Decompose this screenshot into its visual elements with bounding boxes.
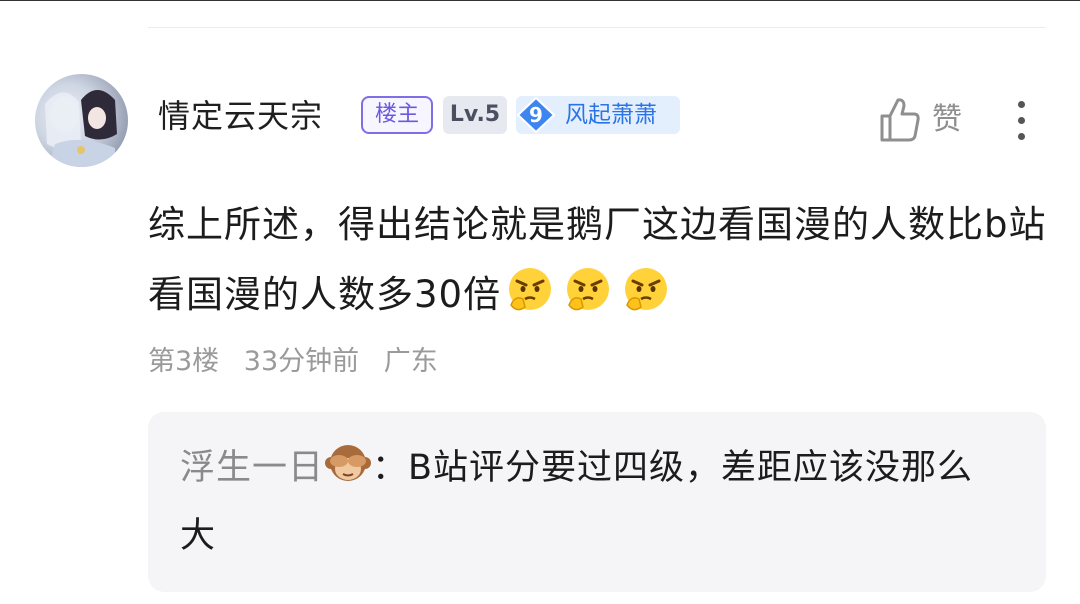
comment-location: 广东	[383, 346, 438, 377]
like-button[interactable]: 赞	[878, 96, 978, 144]
floor-number: 第3楼	[148, 346, 220, 377]
angry-thinking-emoji	[625, 268, 668, 311]
comment-content: 综上所述，得出结论就是鹅厂这边看国漫的人数比b站看国漫的人数多30倍	[148, 190, 1048, 330]
thumbs-up-icon	[880, 98, 920, 142]
like-label: 赞	[932, 102, 962, 137]
angry-thinking-emoji	[567, 268, 610, 311]
see-no-evil-monkey-emoji	[325, 445, 372, 481]
angry-thinking-emoji	[509, 268, 552, 311]
reply-content: 浮生一日 ：B站评分要过四级，差距应该没那么大	[180, 434, 1000, 570]
username[interactable]: 情定云天宗	[158, 96, 323, 136]
more-dot-icon	[1018, 101, 1025, 108]
more-dot-icon	[1018, 117, 1025, 124]
comment-divider	[148, 27, 1046, 28]
top-border	[0, 0, 1080, 1]
more-options-button[interactable]	[1010, 99, 1034, 143]
reply-separator: ：	[372, 448, 409, 488]
fan-badge-name: 风起萧萧	[565, 102, 657, 128]
owner-badge: 楼主	[361, 96, 433, 134]
reply-box[interactable]: 浮生一日 ：B站评分要过四级，差距应该没那么大	[148, 412, 1046, 592]
more-dot-icon	[1018, 133, 1025, 140]
fan-badge[interactable]: 9 风起萧萧	[516, 96, 680, 134]
avatar[interactable]	[35, 74, 128, 167]
comment-time: 33分钟前	[243, 346, 360, 377]
reply-username[interactable]: 浮生一日	[180, 448, 324, 488]
level-badge: Lv.5	[443, 96, 507, 134]
comment-meta: 第3楼 33分钟前 广东	[148, 343, 454, 381]
fan-level-number: 9	[529, 103, 543, 127]
